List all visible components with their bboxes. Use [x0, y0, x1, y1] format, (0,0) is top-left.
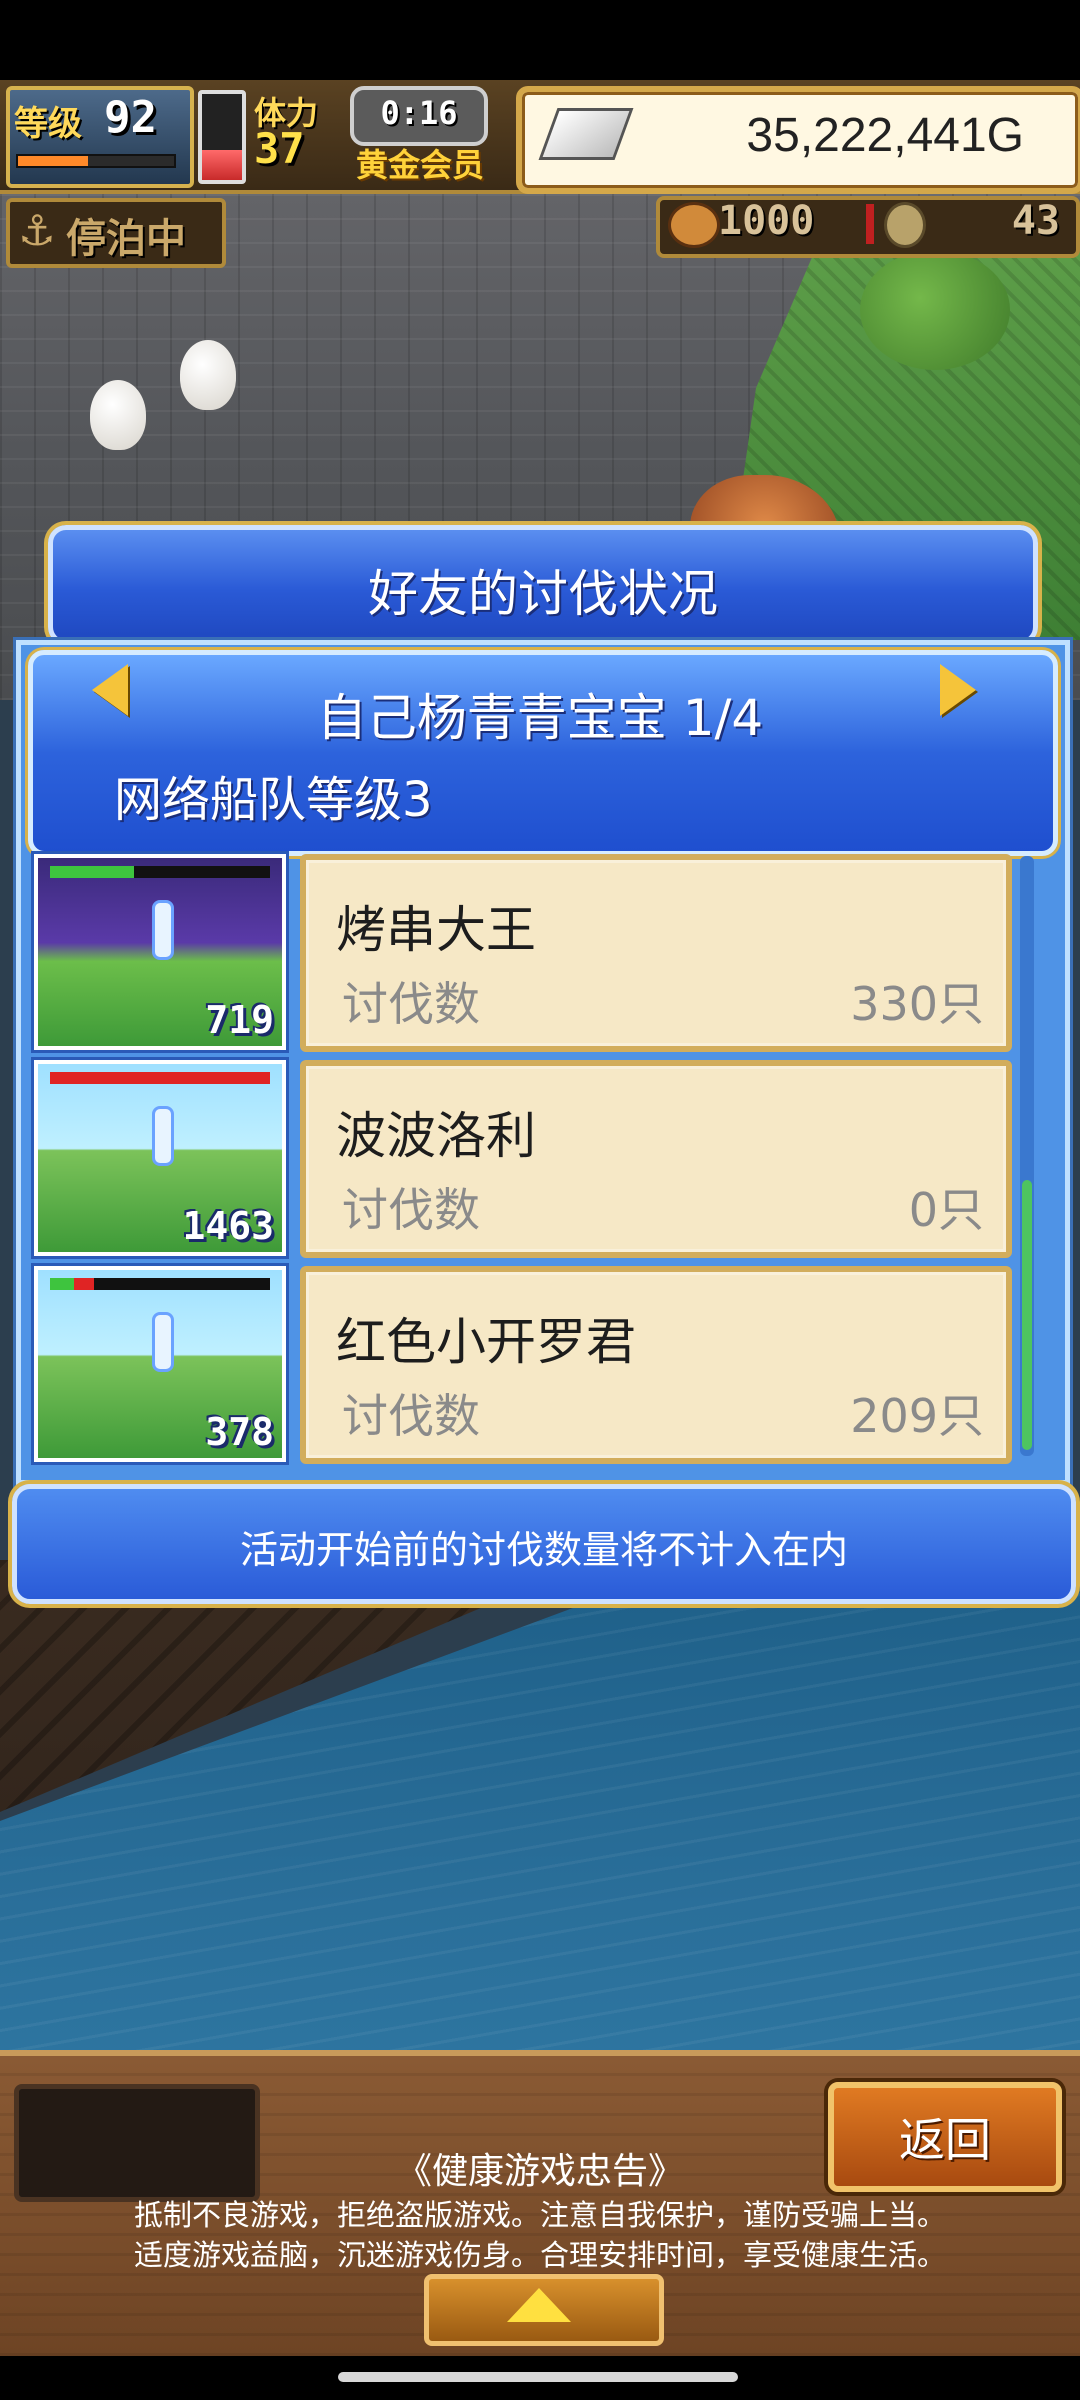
hp-bar [50, 866, 270, 878]
battle-count: 378 [205, 1410, 274, 1454]
stamina-gauge-fill [202, 149, 242, 180]
health-advice-title: 《健康游戏忠告》 [395, 2151, 684, 2192]
hp-bar-green [50, 866, 134, 878]
medal-icon [884, 202, 926, 248]
status-text: 停泊中 [66, 216, 186, 262]
battle-count: 1463 [182, 1204, 274, 1248]
egg-item [180, 340, 236, 410]
list-item[interactable]: 719 烤串大王 讨伐数 330只 [28, 850, 1028, 1052]
dialog-title: 好友的讨伐状况 [368, 565, 718, 623]
exclamation-icon [152, 1106, 174, 1166]
monster-name: 红色小开罗君 [336, 1313, 636, 1371]
timer-text: 0:16 [380, 94, 458, 132]
anchor-icon: ⚓ [18, 206, 56, 255]
resource-separator [866, 204, 874, 244]
exclamation-icon [152, 900, 174, 960]
stamina-gauge [198, 90, 246, 184]
resource-1-value: 1000 [718, 198, 815, 244]
monster-card[interactable]: 波波洛利 讨伐数 0只 [300, 1060, 1012, 1258]
list-item[interactable]: 378 红色小开罗君 讨伐数 209只 [28, 1262, 1028, 1464]
arrow-right-icon[interactable] [940, 664, 976, 716]
gold-value: 35,222,441G [746, 109, 1024, 162]
resource-2-value: 43 [1011, 198, 1060, 244]
kill-value: 0只 [908, 1183, 984, 1237]
monster-thumbnail[interactable]: 719 [34, 854, 286, 1050]
monster-list[interactable]: 719 烤串大王 讨伐数 330只 1463 波波洛利 讨伐数 0只 378 红… [28, 850, 1028, 1470]
monster-name: 波波洛利 [336, 1107, 536, 1165]
list-scrollbar-thumb[interactable] [1022, 1180, 1032, 1450]
timer-box: 0:16 [350, 86, 488, 146]
vip-badge[interactable]: 黄金会员 [356, 140, 484, 186]
kill-label: 讨伐数 [342, 1389, 480, 1443]
fleet-level: 网络船队等级3 [114, 772, 433, 828]
kill-label: 讨伐数 [342, 1183, 480, 1237]
monster-thumbnail[interactable]: 378 [34, 1266, 286, 1462]
friend-name: 自己杨青青宝宝 1/4 [316, 689, 764, 747]
exp-bar [16, 154, 176, 168]
health-advice-line-2: 适度游戏益脑，沉迷游戏伤身。合理安排时间，享受健康生活。 [133, 2238, 946, 2272]
hp-bar-red [50, 1072, 270, 1084]
meat-icon [668, 202, 720, 248]
monster-card[interactable]: 红色小开罗君 讨伐数 209只 [300, 1266, 1012, 1464]
list-item[interactable]: 1463 波波洛利 讨伐数 0只 [28, 1056, 1028, 1258]
health-advice-line-1: 抵制不良游戏，拒绝盗版游戏。注意自我保护，谨防受骗上当。 [133, 2198, 946, 2232]
hp-bar [50, 1072, 270, 1084]
notice-text: 活动开始前的讨伐数量将不计入在内 [239, 1528, 848, 1572]
hp-bar-green [50, 1278, 75, 1290]
level-value: 92 [104, 92, 157, 143]
monster-thumbnail[interactable]: 1463 [34, 1060, 286, 1256]
kill-value: 330只 [850, 977, 984, 1031]
hp-bar [50, 1278, 270, 1290]
triangle-up-icon [507, 2288, 571, 2322]
exp-bar-fill [18, 156, 89, 166]
kill-value: 209只 [850, 1389, 984, 1443]
stamina-value: 37 [254, 124, 305, 173]
monster-card[interactable]: 烤串大王 讨伐数 330只 [300, 854, 1012, 1052]
dialog-title-bar: 好友的讨伐状况 [48, 525, 1038, 645]
egg-item [90, 380, 146, 450]
tree [860, 250, 1010, 370]
kill-label: 讨伐数 [342, 977, 480, 1031]
notice-banner: 活动开始前的讨伐数量将不计入在内 [12, 1484, 1076, 1604]
arrow-left-icon[interactable] [92, 664, 128, 716]
home-indicator[interactable] [338, 2372, 738, 2382]
level-label: 等级 [14, 104, 82, 144]
exclamation-icon [152, 1312, 174, 1372]
monster-name: 烤串大王 [336, 901, 536, 959]
battle-count: 719 [205, 998, 274, 1042]
